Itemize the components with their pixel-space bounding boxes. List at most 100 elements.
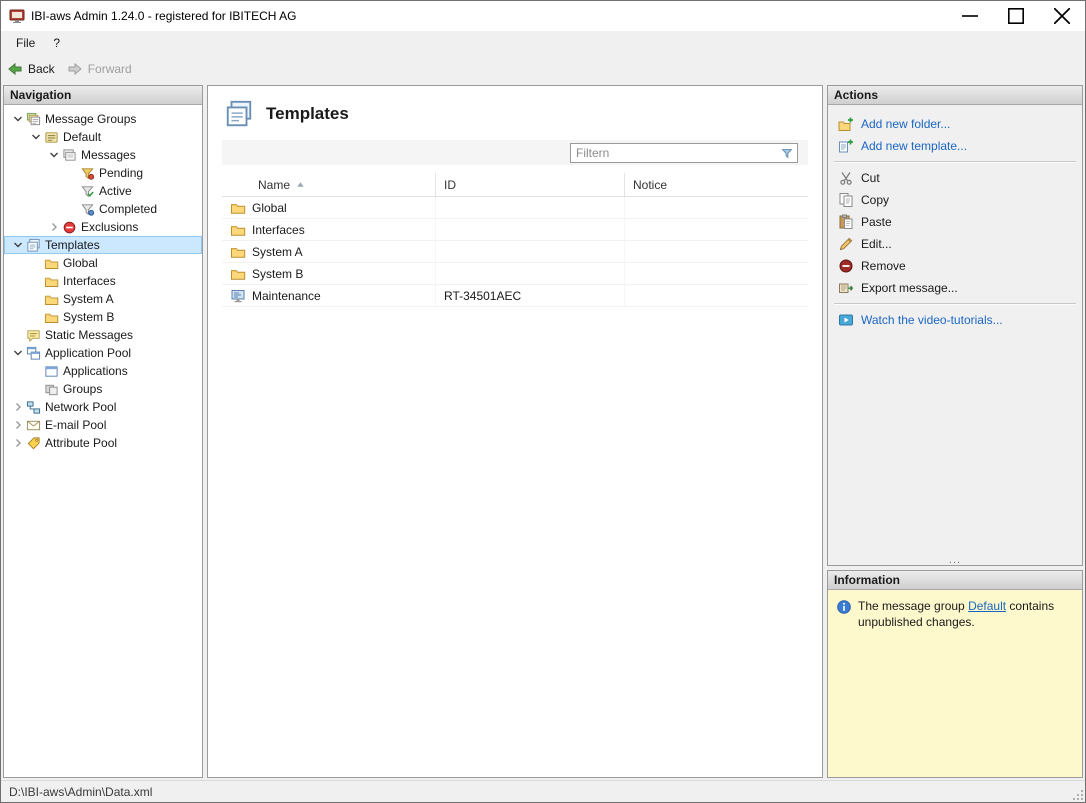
filter-band <box>222 140 808 165</box>
tree-item-message-groups[interactable]: Message Groups <box>4 110 202 128</box>
column-header-label: Name <box>258 178 290 192</box>
column-header-name[interactable]: Name <box>222 173 436 196</box>
table-row-maintenance[interactable]: MaintenanceRT-34501AEC <box>222 285 808 307</box>
action-add-new-template[interactable]: Add new template... <box>828 135 1082 157</box>
action-label: Cut <box>861 171 880 185</box>
edit-icon <box>838 236 854 252</box>
filter-funnel-icon[interactable] <box>780 146 797 160</box>
tree-item-messages[interactable]: Messages <box>4 146 202 164</box>
action-export-message[interactable]: Export message... <box>828 277 1082 299</box>
export-icon <box>838 280 854 296</box>
tree-item-static-messages[interactable]: Static Messages <box>4 326 202 344</box>
tree-item-label: Templates <box>45 238 100 252</box>
maximize-button[interactable] <box>993 1 1039 31</box>
message-group-link[interactable]: Default <box>968 599 1006 613</box>
table-row-interfaces[interactable]: Interfaces <box>222 219 808 241</box>
action-edit[interactable]: Edit... <box>828 233 1082 255</box>
folder-icon <box>44 256 59 271</box>
minimize-button[interactable] <box>947 1 993 31</box>
action-add-new-folder[interactable]: Add new folder... <box>828 113 1082 135</box>
chevron-right-icon[interactable] <box>46 219 62 235</box>
back-button[interactable]: Back <box>7 61 55 77</box>
tree-item-groups[interactable]: Groups <box>4 380 202 398</box>
chevron-down-icon[interactable] <box>10 237 26 253</box>
column-header-notice[interactable]: Notice <box>625 173 808 196</box>
column-header-id[interactable]: ID <box>436 173 625 196</box>
chevron-right-icon[interactable] <box>10 435 26 451</box>
minimize-icon <box>962 8 978 24</box>
table-row-system-b[interactable]: System B <box>222 263 808 285</box>
information-body: The message group Default contains unpub… <box>828 590 1082 777</box>
tree-item-label: Interfaces <box>63 274 116 288</box>
tree-item-pending[interactable]: Pending <box>4 164 202 182</box>
tree-item-templates[interactable]: Templates <box>4 236 202 254</box>
tree-item-label: Network Pool <box>45 400 116 414</box>
table-row-global[interactable]: Global <box>222 197 808 219</box>
tree-item-interfaces[interactable]: Interfaces <box>4 272 202 290</box>
action-copy[interactable]: Copy <box>828 189 1082 211</box>
close-button[interactable] <box>1039 1 1085 31</box>
remove-icon <box>838 258 854 274</box>
message-groups-icon <box>26 112 41 127</box>
actions-info-splitter[interactable]: ... <box>828 556 1082 565</box>
chevron-spacer <box>64 183 80 199</box>
chevron-down-icon[interactable] <box>28 129 44 145</box>
tree-item-label: Default <box>63 130 101 144</box>
chevron-down-icon[interactable] <box>46 147 62 163</box>
tree-item-active[interactable]: Active <box>4 182 202 200</box>
column-header-label: Notice <box>633 178 667 192</box>
folder-icon <box>230 244 246 260</box>
tree-item-application-pool[interactable]: Application Pool <box>4 344 202 362</box>
tree-item-label: Static Messages <box>45 328 133 342</box>
tree-item-exclusions[interactable]: Exclusions <box>4 218 202 236</box>
action-label: Add new template... <box>861 139 967 153</box>
action-watch-the-video-tutorials[interactable]: Watch the video-tutorials... <box>828 309 1082 331</box>
back-arrow-icon <box>7 61 23 77</box>
tree-item-completed[interactable]: Completed <box>4 200 202 218</box>
email-pool-icon <box>26 418 41 433</box>
add-template-icon <box>838 138 854 154</box>
cell-id <box>436 263 625 284</box>
menu-help[interactable]: ? <box>44 32 69 54</box>
filter-box <box>570 143 798 163</box>
statusbar: D:\IBI-aws\Admin\Data.xml <box>1 780 1085 802</box>
groups-icon <box>44 382 59 397</box>
table-row-system-a[interactable]: System A <box>222 241 808 263</box>
tree-item-global[interactable]: Global <box>4 254 202 272</box>
chevron-right-icon[interactable] <box>10 399 26 415</box>
network-pool-icon <box>26 400 41 415</box>
chevron-spacer <box>28 363 44 379</box>
app-body: Navigation Message GroupsDefaultMessages… <box>1 83 1085 780</box>
cell-name: System A <box>222 241 436 262</box>
row-name-text: Global <box>252 201 287 215</box>
action-remove[interactable]: Remove <box>828 255 1082 277</box>
tree-item-default[interactable]: Default <box>4 128 202 146</box>
action-label: Add new folder... <box>861 117 950 131</box>
filter-input[interactable] <box>571 145 780 161</box>
tree-item-applications[interactable]: Applications <box>4 362 202 380</box>
tool-label: Back <box>28 62 55 76</box>
resize-grip-icon[interactable] <box>1072 789 1084 801</box>
tree-item-network-pool[interactable]: Network Pool <box>4 398 202 416</box>
folder-icon <box>44 292 59 307</box>
template-icon <box>230 288 246 304</box>
tree-item-label: Messages <box>81 148 136 162</box>
folder-icon <box>44 310 59 325</box>
funnel-completed-icon <box>80 202 95 217</box>
cell-id: RT-34501AEC <box>436 285 625 306</box>
tree-item-system-b[interactable]: System B <box>4 308 202 326</box>
chevron-down-icon[interactable] <box>10 111 26 127</box>
tree-item-label: Active <box>99 184 132 198</box>
tree-item-e-mail-pool[interactable]: E-mail Pool <box>4 416 202 434</box>
action-cut[interactable]: Cut <box>828 167 1082 189</box>
chevron-spacer <box>28 309 44 325</box>
chevron-down-icon[interactable] <box>10 345 26 361</box>
menu-file[interactable]: File <box>7 32 44 54</box>
tree-item-system-a[interactable]: System A <box>4 290 202 308</box>
tree-item-attribute-pool[interactable]: Attribute Pool <box>4 434 202 452</box>
action-paste[interactable]: Paste <box>828 211 1082 233</box>
cell-notice <box>625 263 808 284</box>
toolbar: BackForward <box>1 55 1085 83</box>
chevron-right-icon[interactable] <box>10 417 26 433</box>
main-content: Name ID Notice Global InterfacesSystem ASys… <box>222 140 808 307</box>
